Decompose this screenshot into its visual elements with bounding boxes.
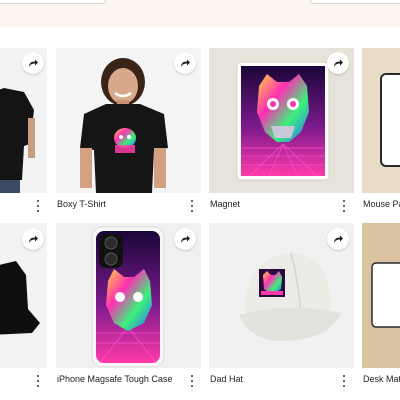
share-arrow-icon: [181, 59, 190, 67]
product-title[interactable]: Magnet: [210, 199, 240, 209]
share-button[interactable]: [327, 228, 349, 250]
share-arrow-icon: [334, 235, 343, 243]
product-grid: Boxy T-Shirt Magnet Mouse P iPhone Magsa…: [0, 0, 400, 400]
product-card-mouse-pad[interactable]: [362, 48, 400, 193]
more-options-button[interactable]: [35, 200, 41, 212]
share-button[interactable]: [22, 228, 44, 250]
share-button[interactable]: [22, 52, 44, 74]
share-button[interactable]: [174, 228, 196, 250]
share-arrow-icon: [29, 59, 38, 67]
share-arrow-icon: [334, 59, 343, 67]
more-options-button[interactable]: [189, 375, 195, 387]
product-title[interactable]: Mouse Pad: [363, 199, 400, 209]
more-options-button[interactable]: [341, 375, 347, 387]
desk-mat-icon: [362, 223, 400, 368]
more-options-button[interactable]: [35, 375, 41, 387]
product-card-desk-mat[interactable]: [362, 223, 400, 368]
more-options-button[interactable]: [189, 200, 195, 212]
share-arrow-icon: [29, 235, 38, 243]
mouse-pad-icon: [362, 48, 400, 193]
share-arrow-icon: [181, 235, 190, 243]
share-button[interactable]: [327, 52, 349, 74]
product-title[interactable]: Boxy T-Shirt: [57, 199, 106, 209]
product-title[interactable]: Desk Mat: [363, 374, 400, 384]
product-title[interactable]: Dad Hat: [210, 374, 243, 384]
more-options-button[interactable]: [341, 200, 347, 212]
share-button[interactable]: [174, 52, 196, 74]
product-title[interactable]: iPhone Magsafe Tough Case: [57, 374, 172, 384]
